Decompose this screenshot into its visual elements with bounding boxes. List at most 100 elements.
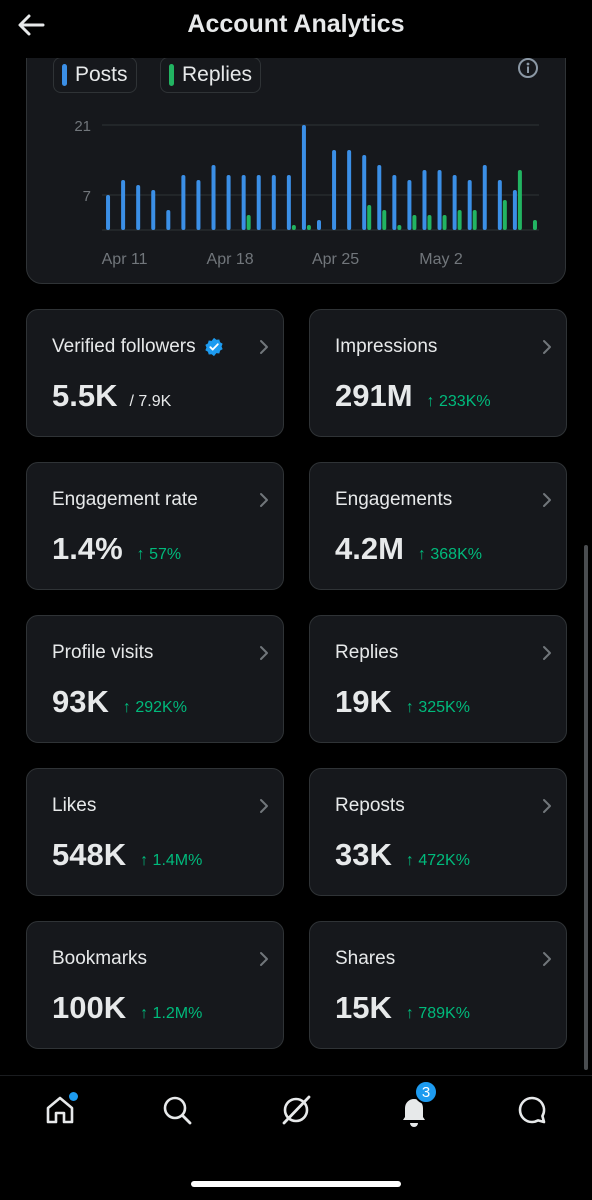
tab-search[interactable]	[157, 1090, 197, 1130]
messages-icon	[518, 1096, 546, 1124]
stat-label-row: Bookmarks	[52, 948, 147, 970]
stat-value-row: 100K ↑ 1.2M%	[52, 990, 202, 1026]
chevron-right-icon	[260, 493, 268, 507]
stat-delta: ↑ 233K%	[426, 393, 491, 410]
replies-bar	[442, 215, 447, 230]
search-icon	[163, 1096, 192, 1125]
stat-value: 4.2M	[335, 531, 404, 566]
stat-delta: ↑ 1.4M%	[140, 852, 203, 869]
stat-delta: ↑ 789K%	[405, 1005, 470, 1022]
stat-label: Profile visits	[52, 642, 154, 663]
grok-icon	[282, 1095, 311, 1125]
stat-value: 15K	[335, 990, 392, 1025]
stat-card[interactable]: Profile visits 93K ↑ 292K%	[26, 615, 284, 743]
stat-label: Replies	[335, 642, 399, 663]
replies-bar	[502, 200, 507, 230]
stat-label: Engagement rate	[52, 489, 198, 510]
stat-card[interactable]: Reposts 33K ↑ 472K%	[309, 768, 567, 896]
chevron-right-icon	[543, 952, 551, 966]
stat-sub: / 7.9K	[129, 393, 172, 410]
stat-label: Bookmarks	[52, 948, 148, 969]
stat-card[interactable]: Replies 19K ↑ 325K%	[309, 615, 567, 743]
replies-bar	[517, 170, 522, 230]
posts-bar	[467, 180, 472, 230]
replies-bar	[427, 215, 432, 230]
posts-bar	[317, 220, 321, 230]
chevron-right-icon	[543, 340, 551, 354]
tab-home[interactable]	[40, 1090, 80, 1130]
stat-value: 33K	[335, 837, 392, 872]
replies-bar	[532, 220, 537, 230]
replies-bar	[382, 210, 387, 230]
stat-value: 100K	[52, 990, 127, 1025]
stat-delta: ↑ 368K%	[417, 546, 482, 563]
stat-card[interactable]: Impressions 291M ↑ 233K%	[309, 309, 567, 437]
replies-bar	[291, 225, 296, 230]
stat-value-row: 548K ↑ 1.4M%	[52, 837, 202, 873]
stat-label-row: Likes	[52, 795, 96, 817]
posts-bar	[121, 180, 126, 230]
replies-bar	[246, 215, 251, 230]
x-tick-label: May 2	[419, 251, 463, 268]
stat-value-row: 93K ↑ 292K%	[52, 684, 187, 720]
stat-value-row: 4.2M ↑ 368K%	[335, 531, 482, 567]
top-bar: Account Analytics	[0, 0, 592, 58]
posts-bar	[497, 180, 502, 230]
posts-bar	[211, 165, 216, 230]
stat-value: 291M	[335, 378, 413, 413]
y-tick-label: 7	[83, 188, 91, 205]
stat-delta: ↑ 57%	[136, 546, 182, 563]
stat-label-row: Reposts	[335, 795, 405, 817]
stat-value-row: 291M ↑ 233K%	[335, 378, 491, 414]
notifications-badge: 3	[414, 1080, 438, 1104]
replies-bar	[306, 225, 311, 230]
replies-bar	[412, 215, 417, 230]
stat-card[interactable]: Engagement rate 1.4% ↑ 57%	[26, 462, 284, 590]
stat-card[interactable]: Likes 548K ↑ 1.4M%	[26, 768, 284, 896]
posts-bar	[362, 155, 367, 230]
x-tick-label: Apr 18	[207, 251, 254, 268]
posts-bar	[301, 125, 306, 230]
stat-label-row: Engagements	[335, 489, 452, 511]
page-title: Account Analytics	[187, 10, 405, 38]
posts-bar	[392, 175, 397, 230]
posts-bar	[196, 180, 201, 230]
posts-bar	[226, 175, 231, 230]
stat-label-row: Profile visits	[52, 642, 153, 664]
stat-value: 1.4%	[52, 531, 123, 566]
stat-card[interactable]: Shares 15K ↑ 789K%	[309, 921, 567, 1049]
stat-card[interactable]: Bookmarks 100K ↑ 1.2M%	[26, 921, 284, 1049]
posts-bar	[407, 180, 412, 230]
stat-label: Impressions	[335, 336, 438, 357]
chevron-right-icon	[260, 340, 268, 354]
stat-label-row: Verified followers	[52, 336, 224, 358]
scrollbar[interactable]	[584, 545, 588, 1070]
posts-bar	[332, 150, 337, 230]
posts-bar	[256, 175, 261, 230]
posts-bar	[452, 175, 457, 230]
stat-card[interactable]: Verified followers 5.5K / 7.9K	[26, 309, 284, 437]
chevron-right-icon	[543, 646, 551, 660]
chevron-right-icon	[543, 799, 551, 813]
stat-delta: ↑ 1.2M%	[140, 1005, 203, 1022]
tab-messages[interactable]	[512, 1090, 552, 1130]
chevron-right-icon	[260, 799, 268, 813]
stat-delta: ↑ 472K%	[405, 852, 470, 869]
home-indicator	[191, 1181, 401, 1187]
tab-grok[interactable]	[276, 1090, 316, 1130]
stat-card[interactable]: Engagements 4.2M ↑ 368K%	[309, 462, 567, 590]
posts-bar	[241, 175, 246, 230]
bar-chart: 7 21 Apr 11 Apr 18 Apr 25 May 2	[74, 118, 539, 268]
y-tick-label: 21	[74, 118, 91, 135]
replies-bar	[472, 210, 477, 230]
home-badge-dot	[69, 1092, 78, 1101]
tab-notifications[interactable]: 3	[394, 1080, 438, 1130]
stat-value-row: 19K ↑ 325K%	[335, 684, 470, 720]
stat-delta: ↑ 325K%	[405, 699, 470, 716]
x-tick-label: Apr 25	[312, 251, 359, 268]
stat-label-row: Replies	[335, 642, 398, 664]
posts-bar	[151, 190, 156, 230]
stat-value: 93K	[52, 684, 109, 719]
stat-label: Reposts	[335, 795, 405, 816]
posts-bar	[271, 175, 276, 230]
